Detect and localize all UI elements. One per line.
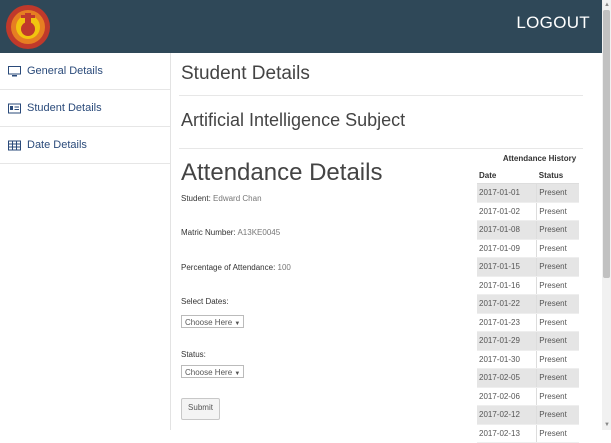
status-cell: Present — [536, 368, 579, 388]
sidebar: General Details Student Details Date Det… — [0, 53, 171, 430]
divider — [179, 95, 583, 96]
table-header-row: Date Status — [477, 167, 579, 184]
status-cell: Present — [536, 257, 579, 277]
select-dates-dropdown[interactable]: Choose Here ▼ — [181, 315, 244, 328]
status-cell: Present — [536, 331, 579, 351]
submit-button[interactable]: Submit — [181, 398, 220, 420]
table-row: 2017-01-29 Present — [477, 331, 579, 351]
page-scrollbar[interactable]: ▲ ▼ — [602, 0, 611, 430]
status-cell: Present — [536, 220, 579, 240]
date-cell: 2017-02-05 — [477, 368, 537, 388]
status-cell: Present — [536, 183, 579, 203]
select-dates-label: Select Dates: — [181, 297, 229, 306]
university-logo — [6, 5, 50, 49]
date-cell: 2017-01-23 — [477, 313, 537, 332]
attendance-history-table: Date Status 2017-01-01 Present 2017-01-02 P… — [477, 167, 579, 443]
table-row: 2017-01-23 Present — [477, 313, 579, 332]
status-cell: Present — [536, 405, 579, 425]
status-cell: Present — [536, 387, 579, 406]
table-row: 2017-01-09 Present — [477, 239, 579, 258]
table-row: 2017-01-15 Present — [477, 257, 579, 277]
table-icon — [8, 140, 21, 151]
status-dropdown[interactable]: Choose Here ▼ — [181, 365, 244, 378]
date-cell: 2017-01-15 — [477, 257, 537, 277]
student-label: Student: — [181, 194, 211, 203]
date-cell: 2017-02-12 — [477, 405, 537, 425]
status-cell: Present — [536, 276, 579, 295]
sidebar-item-label: Student Details — [27, 102, 102, 114]
table-row: 2017-01-22 Present — [477, 294, 579, 314]
sidebar-item-student-details[interactable]: Student Details — [0, 90, 170, 127]
date-cell: 2017-01-09 — [477, 239, 537, 258]
table-row: 2017-01-08 Present — [477, 220, 579, 240]
table-row: 2017-02-05 Present — [477, 368, 579, 388]
date-cell: 2017-01-01 — [477, 183, 537, 203]
status-label: Status: — [181, 350, 206, 359]
select-dates-value: Choose Here — [185, 318, 233, 327]
matric-value: A13KE0045 — [237, 228, 281, 237]
sidebar-item-label: Date Details — [27, 139, 87, 151]
scroll-up-icon[interactable]: ▲ — [604, 2, 610, 8]
table-row: 2017-02-06 Present — [477, 387, 579, 406]
table-row: 2017-01-01 Present — [477, 183, 579, 203]
date-cell: 2017-01-02 — [477, 202, 537, 221]
date-cell: 2017-01-08 — [477, 220, 537, 240]
table-row: 2017-02-13 Present — [477, 424, 579, 443]
caret-down-icon: ▼ — [234, 321, 241, 327]
status-cell: Present — [536, 424, 579, 443]
status-cell: Present — [536, 239, 579, 258]
caret-down-icon: ▼ — [234, 371, 241, 377]
matric-label: Matric Number: — [181, 228, 236, 237]
divider — [179, 148, 583, 149]
student-value: Edward Chan — [213, 194, 262, 203]
monitor-icon — [8, 65, 21, 77]
status-cell: Present — [536, 350, 579, 369]
page-title: Student Details — [181, 63, 310, 84]
percentage-row: Percentage of Attendance: 100 — [181, 263, 291, 272]
sidebar-item-date-details[interactable]: Date Details — [0, 127, 170, 164]
table-row: 2017-01-16 Present — [477, 276, 579, 295]
student-row: Student: Edward Chan — [181, 194, 262, 203]
date-cell: 2017-01-29 — [477, 331, 537, 351]
date-cell: 2017-01-22 — [477, 294, 537, 314]
history-caption: Attendance History — [502, 154, 577, 163]
sidebar-item-general-details[interactable]: General Details — [0, 53, 170, 90]
logout-button[interactable]: LOGOUT — [516, 13, 590, 33]
scroll-down-icon[interactable]: ▼ — [604, 422, 610, 428]
percentage-value: 100 — [277, 263, 291, 272]
table-row: 2017-02-12 Present — [477, 405, 579, 425]
date-cell: 2017-01-16 — [477, 276, 537, 295]
column-header-status: Status — [536, 167, 579, 184]
status-cell: Present — [536, 313, 579, 332]
column-header-date: Date — [477, 167, 537, 184]
date-cell: 2017-02-06 — [477, 387, 537, 406]
scroll-thumb[interactable] — [603, 10, 610, 278]
table-row: 2017-01-02 Present — [477, 202, 579, 221]
status-cell: Present — [536, 294, 579, 314]
top-header: LOGOUT — [0, 0, 602, 53]
id-card-icon — [8, 103, 21, 114]
subject-title: Artificial Intelligence Subject — [181, 110, 406, 130]
percentage-label: Percentage of Attendance: — [181, 263, 276, 272]
date-cell: 2017-02-13 — [477, 424, 537, 443]
status-cell: Present — [536, 202, 579, 221]
status-value: Choose Here — [185, 368, 233, 377]
sidebar-item-label: General Details — [27, 65, 103, 77]
date-cell: 2017-01-30 — [477, 350, 537, 369]
table-row: 2017-01-30 Present — [477, 350, 579, 369]
matric-row: Matric Number: A13KE0045 — [181, 228, 280, 237]
section-title: Attendance Details — [181, 159, 383, 186]
